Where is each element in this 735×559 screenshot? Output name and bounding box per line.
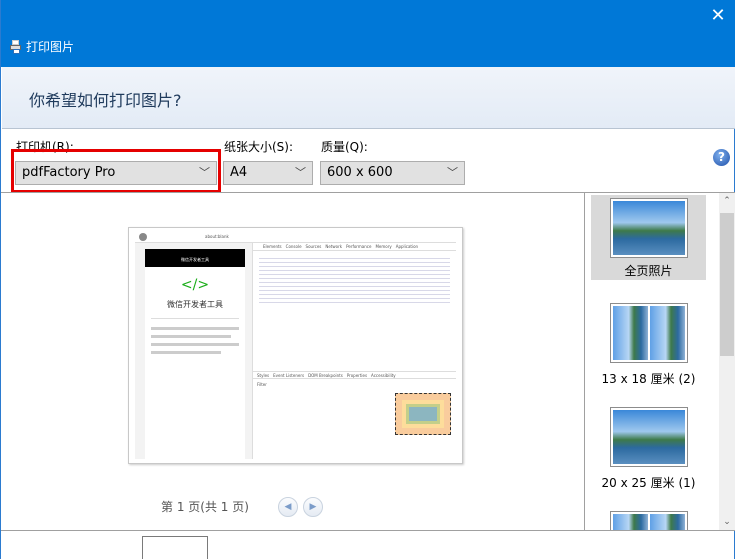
- print-preview: about:blank 微信开发者工具 </> 微信开发者工具 Elements…: [128, 227, 463, 464]
- layout-list: 全页照片 13 x 18 厘米 (2) 20 x 25 厘米 (1): [585, 193, 719, 530]
- scroll-up-icon[interactable]: ⌃: [719, 196, 735, 206]
- preview-image: about:blank 微信开发者工具 </> 微信开发者工具 Elements…: [135, 231, 456, 459]
- highlight-box: [11, 149, 221, 193]
- layout-full-page[interactable]: 全页照片: [591, 195, 706, 280]
- header-band: 你希望如何打印图片?: [2, 67, 735, 129]
- scrollbar-thumb[interactable]: [720, 213, 734, 356]
- next-page-button[interactable]: ▶: [303, 497, 323, 517]
- layout-13x18[interactable]: 13 x 18 厘米 (2): [591, 303, 706, 387]
- preview-logo: </>: [180, 277, 210, 293]
- help-icon[interactable]: ?: [713, 149, 730, 166]
- scroll-down-icon[interactable]: ⌄: [719, 517, 735, 527]
- layout-20x25[interactable]: 20 x 25 厘米 (1): [591, 407, 706, 491]
- quality-value: 600 x 600: [327, 165, 393, 180]
- close-button[interactable]: ✕: [706, 4, 730, 28]
- paper-size-value: A4: [230, 165, 248, 180]
- window-title-text: 打印图片: [26, 40, 75, 54]
- preview-filter: Filter: [257, 382, 267, 387]
- styles-tabs: Styles Event Listeners DOM Breakpoints Prop…: [253, 371, 456, 379]
- paper-size-select[interactable]: A4 ﹀: [223, 161, 313, 185]
- layout-label: 20 x 25 厘米 (1): [601, 476, 696, 490]
- divider: [1, 530, 735, 531]
- devtools-tabs: Elements Console Sources Network Performance…: [253, 243, 456, 251]
- bottom-control[interactable]: [142, 536, 208, 559]
- page-question: 你希望如何打印图片?: [29, 91, 182, 110]
- printer-icon: [10, 39, 22, 54]
- layout-scrollbar[interactable]: ⌃ ⌄: [719, 193, 735, 530]
- chevron-down-icon: ﹀: [447, 166, 458, 179]
- layout-next[interactable]: [591, 511, 706, 530]
- previous-page-button[interactable]: ◀: [278, 497, 298, 517]
- title-bar: ✕ 打印图片: [1, 0, 735, 67]
- layout-label: 13 x 18 厘米 (2): [601, 372, 696, 386]
- preview-url: about:blank: [205, 234, 229, 239]
- layout-label: 全页照片: [624, 264, 673, 278]
- window-title: 打印图片: [10, 38, 74, 55]
- portrait-thumbnail-icon: [609, 303, 688, 363]
- paper-size-label: 纸张大小(S):: [224, 140, 294, 154]
- preview-nav-title: 微信开发者工具: [145, 249, 245, 267]
- page-indicator: 第 1 页(共 1 页): [161, 500, 249, 514]
- preview-app-title: 微信开发者工具: [167, 300, 223, 309]
- landscape-thumbnail-icon: [609, 407, 688, 467]
- avatar: [139, 233, 147, 241]
- quality-select[interactable]: 600 x 600 ﹀: [320, 161, 465, 185]
- portrait-thumbnail-icon: [609, 511, 688, 530]
- chevron-down-icon: ﹀: [295, 166, 306, 179]
- quality-label: 质量(Q):: [321, 140, 368, 154]
- landscape-thumbnail-icon: [609, 198, 688, 258]
